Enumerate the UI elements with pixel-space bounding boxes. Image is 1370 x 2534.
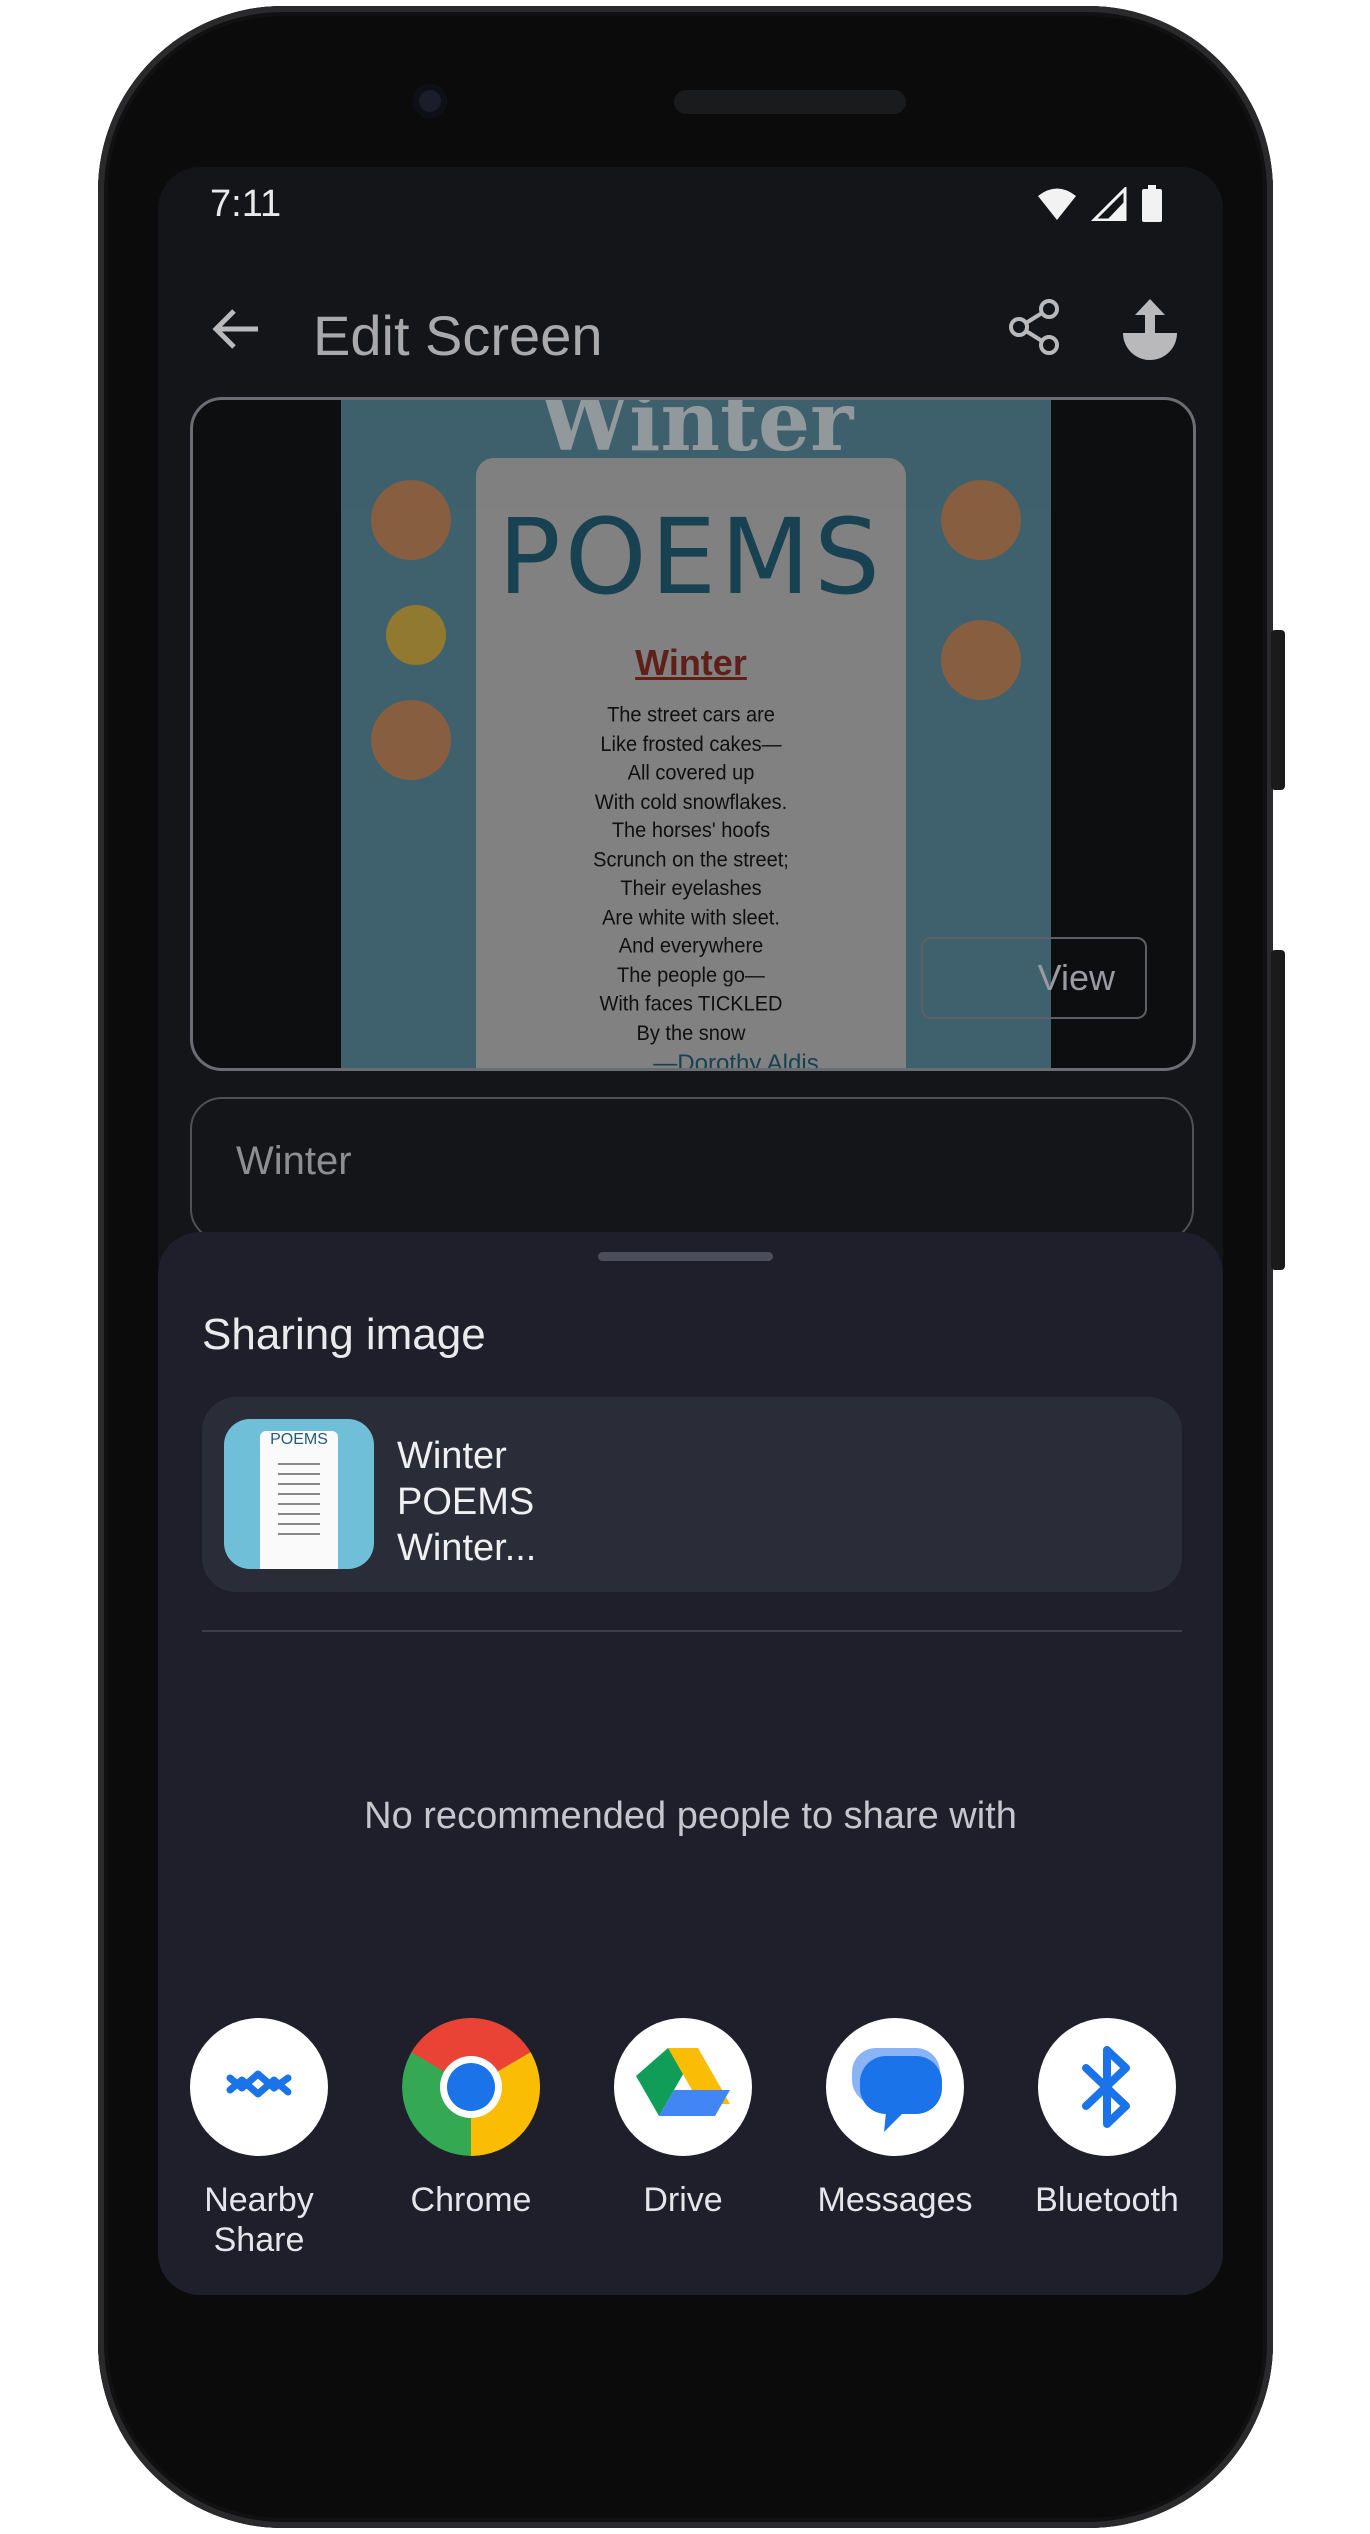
text-field-value: Winter	[236, 1139, 352, 1183]
share-sheet-title: Sharing image	[202, 1310, 486, 1359]
upload-icon[interactable]	[1115, 293, 1185, 363]
front-camera	[413, 84, 447, 118]
poster-title-main: POEMS	[497, 496, 885, 618]
text-field[interactable]: Winter	[190, 1097, 1194, 1241]
view-button[interactable]: View	[921, 937, 1147, 1019]
shared-item-preview: POEMS Winter POEMS Winter...	[202, 1397, 1182, 1592]
battery-icon	[1142, 185, 1162, 222]
share-sheet: Sharing image POEMS Winter POEMS Winter.…	[158, 1232, 1223, 2295]
wifi-icon	[1038, 188, 1076, 220]
back-arrow-icon[interactable]	[208, 302, 262, 356]
drag-handle[interactable]	[598, 1252, 773, 1261]
share-target-drive[interactable]: Drive	[578, 2018, 788, 2220]
share-target-label: Chrome	[410, 2181, 532, 2219]
messages-icon	[852, 2048, 942, 2132]
divider	[202, 1630, 1182, 1632]
chrome-icon	[402, 2018, 540, 2156]
no-recommended-people: No recommended people to share with	[364, 1795, 1017, 1837]
share-target-nearby-share[interactable]: Nearby Share	[158, 2018, 364, 2260]
share-targets: Nearby Share Chrome Drive Messages Bluet…	[158, 2018, 1223, 2278]
cell-signal-icon	[1091, 187, 1127, 221]
share-target-label: Nearby Share	[204, 2181, 314, 2259]
kid-illustration	[371, 700, 451, 780]
power-button	[1271, 630, 1285, 790]
shared-item-text: Winter POEMS Winter...	[397, 1435, 537, 1569]
poem-author: —Dorothy Aldis	[653, 1050, 819, 1071]
share-icon[interactable]	[1005, 297, 1065, 357]
bluetooth-icon	[1082, 2046, 1130, 2128]
drive-icon	[636, 2048, 730, 2116]
poem-title: Winter	[635, 642, 747, 683]
status-icons	[1037, 185, 1163, 223]
earpiece-speaker	[674, 90, 906, 114]
status-time: 7:11	[210, 183, 282, 225]
volume-rocker	[1271, 950, 1285, 1270]
kid-illustration	[371, 480, 451, 560]
nearby-share-icon	[226, 2070, 292, 2098]
share-target-chrome[interactable]: Chrome	[366, 2018, 576, 2220]
share-target-label: Drive	[643, 2181, 723, 2219]
screen: 7:11 Edit Screen Winter POEMS Winter The…	[158, 167, 1223, 2295]
poem-text: The street cars are Like frosted cakes— …	[593, 703, 789, 1045]
page-title: Edit Screen	[313, 304, 603, 367]
poster-scroll: POEMS Winter The street cars are Like fr…	[476, 458, 906, 1071]
kid-illustration	[386, 605, 446, 665]
thumbnail-title: POEMS	[270, 1431, 328, 1448]
shared-image-thumbnail: POEMS	[224, 1419, 374, 1569]
app-bar: Edit Screen	[158, 267, 1223, 387]
kid-illustration	[941, 620, 1021, 700]
share-target-label: Bluetooth	[1035, 2181, 1179, 2219]
kid-illustration	[941, 480, 1021, 560]
share-target-label: Messages	[817, 2181, 973, 2219]
image-preview-card[interactable]: Winter POEMS Winter The street cars are …	[190, 397, 1196, 1071]
status-bar: 7:11	[158, 167, 1223, 237]
share-target-bluetooth[interactable]: Bluetooth	[1002, 2018, 1212, 2220]
share-target-messages[interactable]: Messages	[790, 2018, 1000, 2220]
